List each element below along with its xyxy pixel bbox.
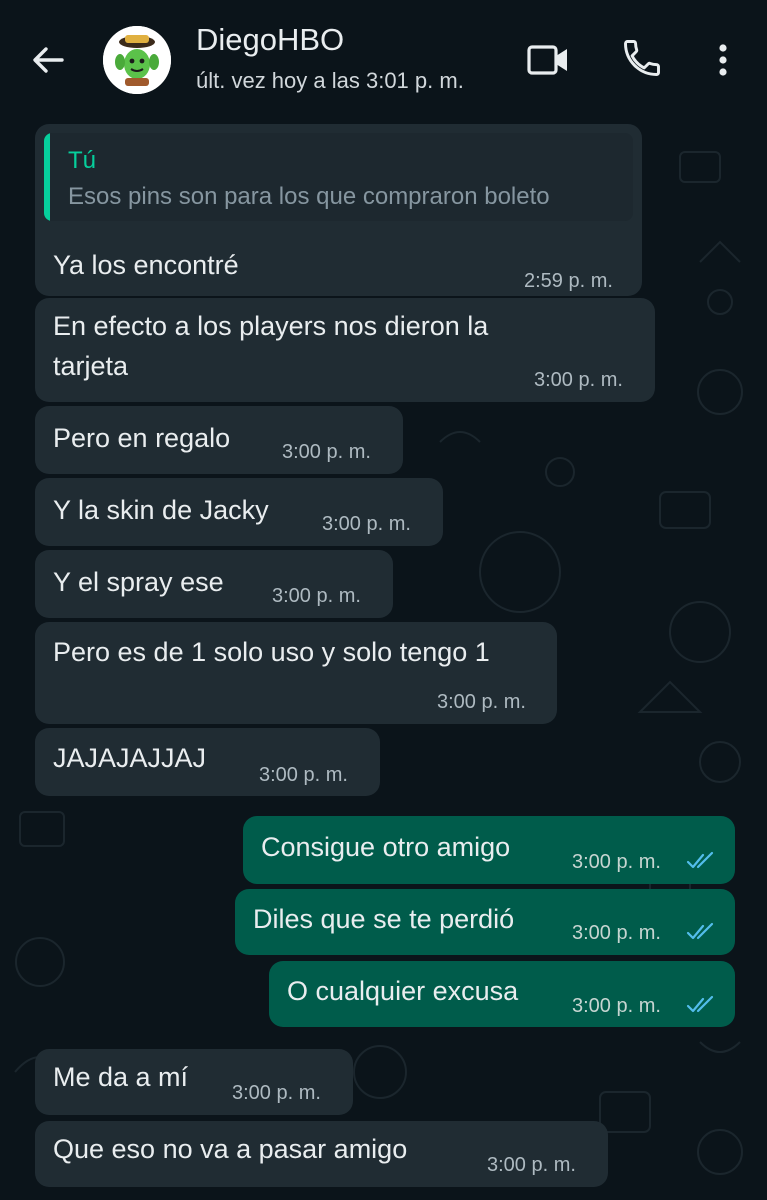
read-double-check-icon <box>686 995 714 1013</box>
message-text-line-1: En efecto a los players nos dieron la <box>53 311 489 341</box>
message-text: Ya los encontré <box>53 250 239 280</box>
message-text: JAJAJAJJAJ <box>53 743 207 773</box>
message-bubble-outgoing[interactable]: Consigue otro amigo 3:00 p. m. <box>243 816 735 884</box>
message-time: 3:00 p. m. <box>487 1154 576 1176</box>
message-time: 3:00 p. m. <box>282 441 371 463</box>
video-call-icon <box>527 45 567 75</box>
more-vert-icon <box>719 44 727 76</box>
contact-name[interactable]: DiegoHBO <box>196 22 344 58</box>
message-text: Pero en regalo <box>53 423 231 453</box>
message-bubble-incoming[interactable]: Me da a mí 3:00 p. m. <box>35 1049 353 1115</box>
quote-text: Esos pins son para los que compraron bol… <box>68 183 550 210</box>
message-bubble-incoming[interactable]: JAJAJAJJAJ 3:00 p. m. <box>35 728 380 796</box>
message-bubble-incoming[interactable]: Pero es de 1 solo uso y solo tengo 1 3:0… <box>35 622 557 724</box>
quote-accent-bar <box>44 133 50 221</box>
message-time: 3:00 p. m. <box>322 513 411 535</box>
message-text: Consigue otro amigo <box>261 832 511 862</box>
message-bubble-outgoing[interactable]: O cualquier excusa 3:00 p. m. <box>269 961 735 1027</box>
message-time: 3:00 p. m. <box>572 851 661 873</box>
message-bubble-incoming[interactable]: Y el spray ese 3:00 p. m. <box>35 550 393 618</box>
cactus-avatar-icon <box>103 26 171 94</box>
message-time: 3:00 p. m. <box>572 922 661 944</box>
chat-area[interactable]: Tú Esos pins son para los que compraron … <box>0 112 767 1200</box>
voice-call-button[interactable] <box>620 36 664 80</box>
back-button[interactable] <box>26 38 70 82</box>
message-time: 3:00 p. m. <box>232 1082 321 1104</box>
message-text: Pero es de 1 solo uso y solo tengo 1 <box>53 637 490 667</box>
message-bubble-incoming[interactable]: Pero en regalo 3:00 p. m. <box>35 406 403 474</box>
message-bubble-incoming[interactable]: Que eso no va a pasar amigo 3:00 p. m. <box>35 1121 608 1187</box>
message-text: O cualquier excusa <box>287 976 519 1006</box>
message-text-line-2: tarjeta <box>53 351 129 381</box>
last-seen-status: últ. vez hoy a las 3:01 p. m. <box>196 68 464 93</box>
message-bubble-outgoing[interactable]: Diles que se te perdió 3:00 p. m. <box>235 889 735 955</box>
phone-icon <box>624 40 660 76</box>
video-call-button[interactable] <box>524 38 572 82</box>
more-options-button[interactable] <box>706 38 740 82</box>
message-time: 3:00 p. m. <box>437 691 526 713</box>
message-text: Me da a mí <box>53 1062 189 1092</box>
message-time: 3:00 p. m. <box>534 369 623 391</box>
chat-header: DiegoHBO últ. vez hoy a las 3:01 p. m. <box>0 0 767 112</box>
message-time: 2:59 p. m. <box>524 270 613 292</box>
message-text: Que eso no va a pasar amigo <box>53 1134 408 1164</box>
message-time: 3:00 p. m. <box>259 764 348 786</box>
message-text: Y el spray ese <box>53 567 224 597</box>
quoted-message[interactable]: Tú Esos pins son para los que compraron … <box>44 133 633 221</box>
read-double-check-icon <box>686 851 714 869</box>
message-time: 3:00 p. m. <box>272 585 361 607</box>
message-time: 3:00 p. m. <box>572 995 661 1017</box>
message-text: Y la skin de Jacky <box>53 495 269 525</box>
message-bubble-incoming[interactable]: Y la skin de Jacky 3:00 p. m. <box>35 478 443 546</box>
message-text: Diles que se te perdió <box>253 904 515 934</box>
read-double-check-icon <box>686 922 714 940</box>
message-bubble-incoming[interactable]: En efecto a los players nos dieron la ta… <box>35 298 655 402</box>
message-bubble-incoming[interactable]: Tú Esos pins son para los que compraron … <box>35 124 642 296</box>
avatar[interactable] <box>103 26 171 94</box>
quote-author: Tú <box>68 147 97 174</box>
back-arrow-icon <box>33 47 64 73</box>
